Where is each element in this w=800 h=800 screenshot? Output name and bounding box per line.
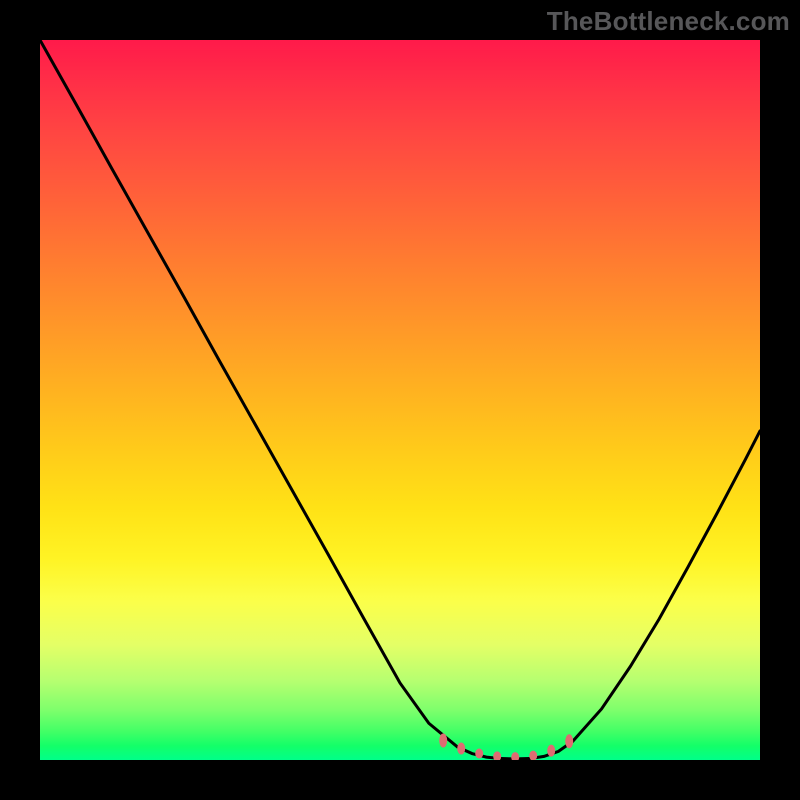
curve-marker — [475, 749, 483, 759]
curve-layer — [40, 40, 760, 760]
curve-markers — [439, 734, 573, 760]
bottleneck-curve — [40, 40, 760, 759]
curve-marker — [547, 745, 555, 757]
chart-canvas: TheBottleneck.com — [0, 0, 800, 800]
curve-marker — [439, 734, 447, 748]
curve-marker — [493, 751, 501, 760]
curve-marker — [457, 742, 465, 754]
plot-area — [40, 40, 760, 760]
curve-marker — [511, 752, 519, 760]
watermark-text: TheBottleneck.com — [547, 6, 790, 37]
curve-marker — [565, 734, 573, 748]
curve-marker — [529, 751, 537, 760]
